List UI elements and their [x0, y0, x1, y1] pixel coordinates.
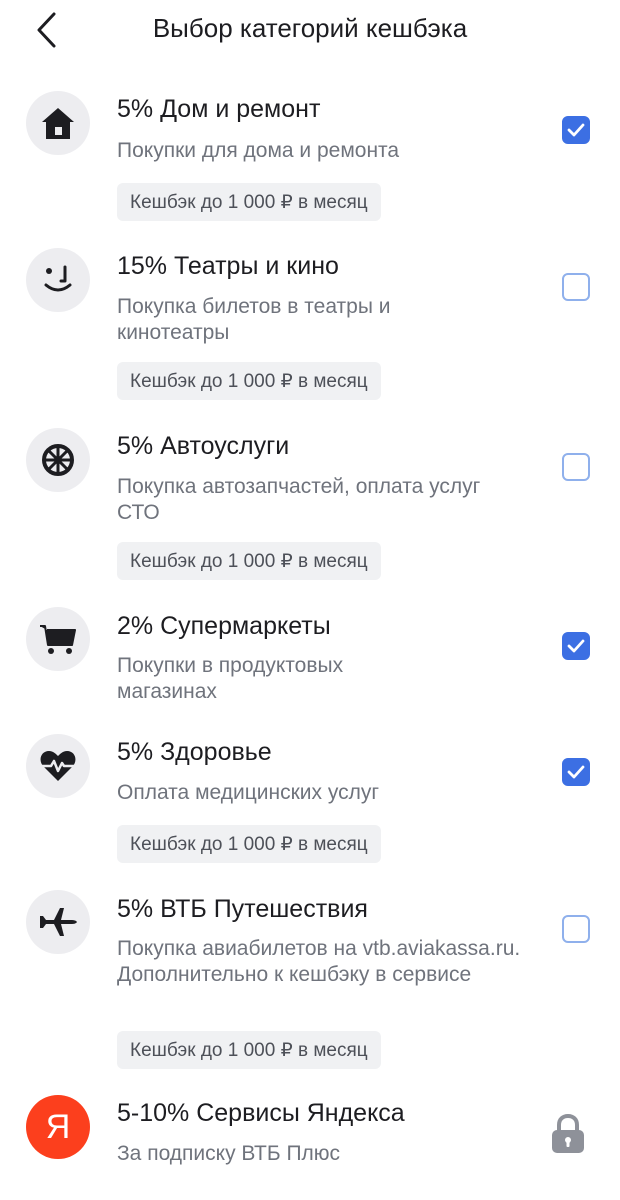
category-description: Покупка авиабилетов на vtb.aviakassa.ru.… — [117, 937, 521, 986]
icon-wrap — [26, 91, 90, 155]
yandex-logo-letter: Я — [45, 1107, 71, 1146]
category-title: 5% Дом и ремонт — [117, 95, 321, 123]
category-title: 5-10% Сервисы Яндекса — [117, 1099, 405, 1127]
icon-wrap — [26, 890, 90, 954]
header: Выбор категорий кешбэка — [0, 0, 620, 60]
category-checkbox[interactable] — [562, 915, 590, 943]
icon-wrap — [26, 607, 90, 671]
heart-pulse-icon — [40, 751, 76, 781]
yandex-icon: Я — [26, 1095, 90, 1159]
category-title: 15% Театры и кино — [117, 252, 339, 280]
category-title: 5% Автоуслуги — [117, 432, 290, 460]
category-description: Покупки для дома и ремонта — [117, 139, 400, 162]
category-checkbox[interactable] — [562, 758, 590, 786]
icon-wrap — [26, 428, 90, 492]
cashback-limit-badge: Кешбэк до 1 000 ₽ в месяц — [117, 542, 381, 580]
icon-wrap — [26, 248, 90, 312]
category-checkbox[interactable] — [562, 116, 590, 144]
icon-wrap — [26, 734, 90, 798]
category-description: За подписку ВТБ Плюс — [117, 1142, 341, 1165]
category-description: Покупка автозапчастей, оплата услуг СТО — [117, 475, 481, 524]
category-title: 5% Здоровье — [117, 738, 272, 766]
cart-icon — [40, 625, 76, 654]
category-checkbox[interactable] — [562, 632, 590, 660]
checkmark-icon — [567, 639, 585, 653]
smiley-icon — [44, 265, 72, 292]
airplane-icon — [40, 908, 77, 936]
lock-icon — [552, 1114, 584, 1153]
category-description: Оплата медицинских услуг — [117, 781, 379, 804]
cashback-limit-badge: Кешбэк до 1 000 ₽ в месяц — [117, 1031, 381, 1069]
page-title: Выбор категорий кешбэка — [152, 13, 468, 43]
category-title: 5% ВТБ Путешествия — [117, 895, 368, 923]
cashback-limit-badge: Кешбэк до 1 000 ₽ в месяц — [117, 183, 381, 221]
cashback-limit-badge: Кешбэк до 1 000 ₽ в месяц — [117, 825, 381, 863]
category-description: Покупки в продуктовых магазинах — [117, 654, 344, 703]
checkmark-icon — [567, 123, 585, 137]
cashback-limit-badge: Кешбэк до 1 000 ₽ в месяц — [117, 362, 381, 400]
house-icon — [42, 108, 74, 139]
checkmark-icon — [567, 765, 585, 779]
category-checkbox[interactable] — [562, 273, 590, 301]
wheel-icon — [42, 444, 74, 476]
category-checkbox[interactable] — [562, 453, 590, 481]
category-description: Покупка билетов в театры и кинотеатры — [117, 295, 391, 344]
category-title: 2% Супермаркеты — [117, 612, 331, 640]
